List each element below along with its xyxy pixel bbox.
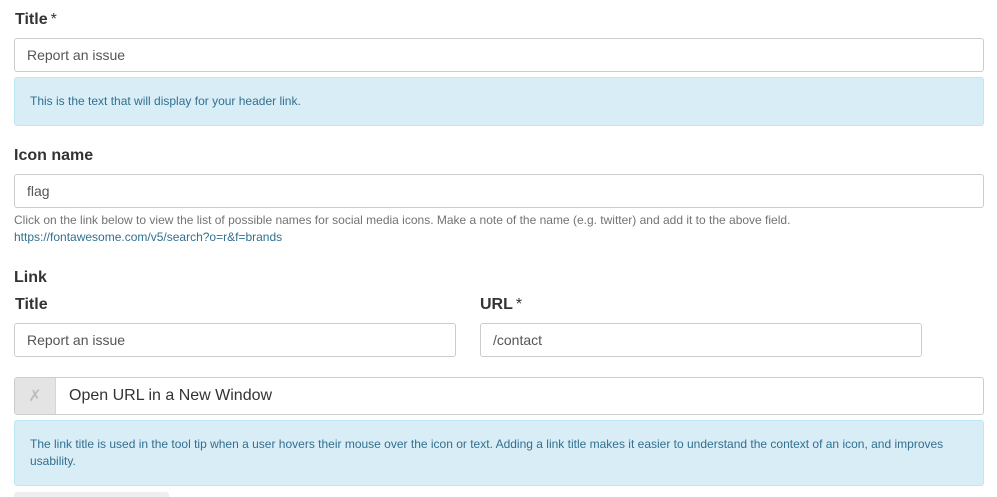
url-required-marker: *	[515, 296, 523, 313]
required-marker: *	[50, 11, 57, 28]
url-input[interactable]: /contact	[480, 323, 922, 357]
link-title-input[interactable]: Report an issue	[14, 323, 456, 357]
icon-name-input[interactable]: flag	[14, 174, 984, 208]
url-label: URL *	[480, 296, 522, 314]
url-input-value: /contact	[493, 332, 543, 348]
link-section-label: Link	[14, 269, 47, 286]
new-window-toggle-row[interactable]: ✗ Open URL in a New Window	[14, 377, 984, 415]
new-window-checkbox[interactable]: ✗	[15, 378, 56, 414]
title-input[interactable]: Report an issue	[14, 38, 984, 72]
new-window-label: Open URL in a New Window	[69, 387, 273, 404]
link-info-box: The link title is used in the tool tip w…	[14, 420, 984, 486]
title-info-box: This is the text that will display for y…	[14, 77, 984, 126]
icon-help-text: Click on the link below to view the list…	[14, 213, 791, 227]
link-edit-form: Title * Report an issue This is the text …	[0, 0, 997, 497]
title-input-value: Report an issue	[27, 47, 126, 63]
fontawesome-link[interactable]: https://fontawesome.com/v5/search?o=r&f=…	[14, 230, 282, 244]
title-info-text: This is the text that will display for y…	[30, 94, 301, 108]
link-title-input-value: Report an issue	[27, 332, 126, 348]
title-label-text: Title	[15, 11, 48, 28]
url-label-text: URL	[480, 296, 513, 313]
link-info-text: The link title is used in the tool tip w…	[30, 437, 944, 468]
icon-name-label: Icon name	[14, 147, 94, 164]
link-title-label: Title	[15, 296, 48, 313]
x-icon: ✗	[28, 388, 42, 405]
icon-name-input-value: flag	[27, 183, 50, 199]
title-label: Title *	[15, 11, 57, 29]
bottom-tab-edge	[14, 492, 169, 497]
